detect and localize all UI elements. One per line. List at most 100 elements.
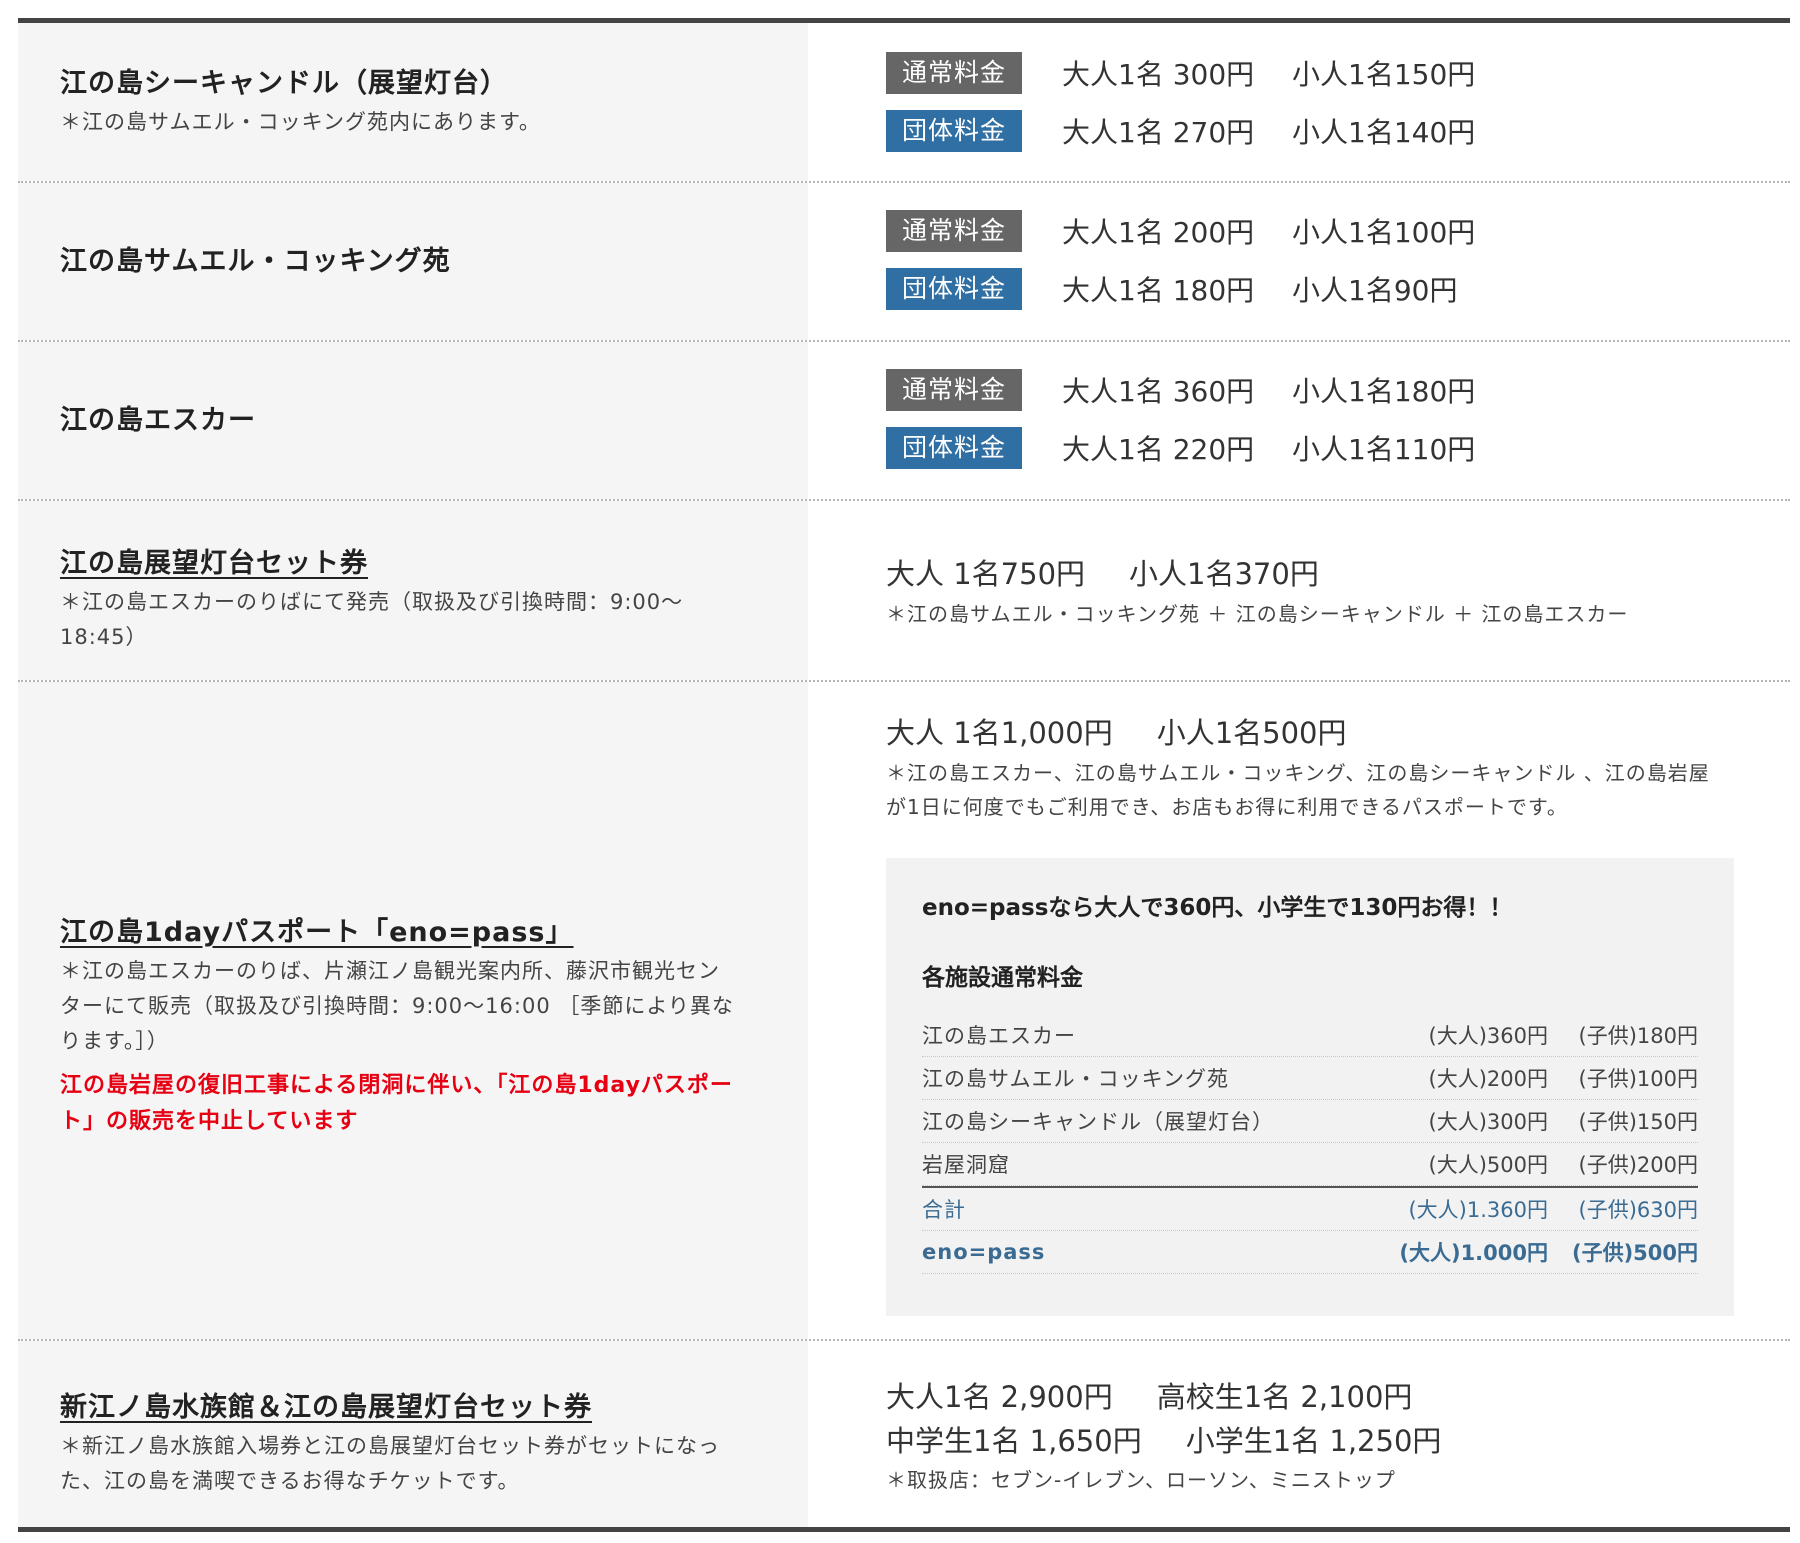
note-line: ります。］） (60, 1029, 169, 1053)
set-ticket-link[interactable]: 江の島展望灯台セット券 (60, 541, 368, 580)
price-cell: 通常料金 大人1名 200円 小人1名100円 団体料金 大人1名 180円 小… (808, 183, 1790, 340)
fee-adult: (大人)360円 (1428, 1024, 1548, 1048)
child-price: 小人1名100円 (1292, 216, 1476, 249)
facility-title: 江の島シーキャンドル（展望灯台） (60, 68, 508, 99)
1day-pass-link[interactable]: 江の島1dayパスポート「eno=pass」 (60, 910, 574, 949)
fee-child: (子供)200円 (1578, 1153, 1698, 1177)
facility-note: ＊新江ノ島水族館入場券と江の島展望灯台セット券がセットになっ た、江の島を満喫で… (60, 1429, 720, 1499)
set-price: 大人 1名750円 小人1名370円 (886, 551, 1628, 593)
normal-price-badge: 通常料金 (886, 52, 1022, 94)
price-row-sea-candle: 江の島シーキャンドル（展望灯台） ＊江の島サムエル・コッキング苑内にあります。 … (18, 23, 1790, 183)
fee-total-adult: (大人)1.360円 (1408, 1198, 1548, 1222)
child-price: 小人1名370円 (1129, 557, 1319, 591)
aquarium-price-line: 大人1名 2,900円 高校生1名 2,100円 (886, 1375, 1441, 1419)
price-cell: 大人1名 2,900円 高校生1名 2,100円 中学生1名 1,650円 小学生1… (808, 1341, 1790, 1527)
junior-high-price: 中学生1名 1,650円 (886, 1424, 1142, 1458)
price-row-aquarium-set: 新江ノ島水族館＆江の島展望灯台セット券 ＊新江ノ島水族館入場券と江の島展望灯台セ… (18, 1341, 1790, 1527)
child-price: 小人1名180円 (1292, 375, 1476, 408)
fee-pass-label: eno=pass (922, 1240, 1046, 1264)
note-line: 18:45） (60, 625, 148, 649)
child-price: 小人1名150円 (1292, 58, 1476, 91)
normal-price-line: 通常料金 大人1名 360円 小人1名180円 (886, 368, 1475, 412)
child-price: 小人1名110円 (1292, 433, 1476, 466)
note-line: ＊江の島エスカーのりばにて発売（取扱及び引換時間：9:00～ (60, 590, 684, 614)
pass-price: 大人 1名1,000円 小人1名500円 (886, 710, 1710, 752)
note-line: ＊江の島エスカー、江の島サムエル・コッキング、江の島シーキャンドル 、江の島岩屋 (886, 761, 1710, 785)
notice-line: 江の島岩屋の復旧工事による閉洞に伴い、「江の島1dayパスポー (60, 1073, 733, 1098)
elementary-price: 小学生1名 1,250円 (1185, 1424, 1442, 1458)
fee-pass-adult: (大人)1.000円 (1399, 1241, 1548, 1265)
fee-adult: (大人)500円 (1428, 1153, 1548, 1177)
facility-note: ＊江の島サムエル・コッキング苑内にあります。 (60, 110, 541, 134)
fee-row: 岩屋洞窟 (大人)500円 (子供)200円 (922, 1143, 1698, 1186)
adult-price: 大人 1名750円 (886, 557, 1086, 591)
facility-title: 江の島エスカー (60, 405, 256, 436)
fee-total-child: (子供)630円 (1578, 1198, 1698, 1222)
fee-adult: (大人)200円 (1428, 1067, 1548, 1091)
price-table: 江の島シーキャンドル（展望灯台） ＊江の島サムエル・コッキング苑内にあります。 … (18, 18, 1790, 1532)
savings-box: eno=passなら大人で360円、小学生で130円お得！！ 各施設通常料金 江… (886, 858, 1734, 1316)
child-price: 小人1名90円 (1292, 274, 1458, 307)
note-line: ターにて販売（取扱及び引換時間：9:00～16:00 ［季節により異な (60, 994, 734, 1018)
facility-cell: 江の島エスカー (18, 342, 808, 499)
note-line: た、江の島を満喫できるお得なチケットです。 (60, 1469, 520, 1493)
group-price-line: 団体料金 大人1名 220円 小人1名110円 (886, 426, 1475, 470)
fee-row: 江の島サムエル・コッキング苑 (大人)200円 (子供)100円 (922, 1057, 1698, 1100)
fee-child: (子供)100円 (1578, 1067, 1698, 1091)
adult-price: 大人 1名1,000円 (886, 716, 1113, 750)
facility-note: ＊江の島エスカーのりばにて発売（取扱及び引換時間：9:00～ 18:45） (60, 585, 683, 655)
aquarium-set-link[interactable]: 新江ノ島水族館＆江の島展望灯台セット券 (60, 1385, 592, 1424)
fee-facility: 江の島サムエル・コッキング苑 (922, 1067, 1229, 1091)
fee-total-label: 合計 (922, 1198, 966, 1222)
adult-price: 大人1名 200円 (1062, 216, 1255, 249)
facility-cell: 江の島1dayパスポート「eno=pass」 ＊江の島エスカーのりば、片瀬江ノ島… (18, 682, 808, 1339)
adult-price: 大人1名 360円 (1062, 375, 1255, 408)
savings-headline: eno=passなら大人で360円、小学生で130円お得！！ (922, 895, 1513, 921)
fee-facility: 江の島シーキャンドル（展望灯台） (922, 1110, 1274, 1134)
note-line: ＊新江ノ島水族館入場券と江の島展望灯台セット券がセットになっ (60, 1434, 720, 1458)
high-school-price: 高校生1名 2,100円 (1156, 1380, 1413, 1414)
adult-price: 大人1名 300円 (1062, 58, 1255, 91)
facility-note: ＊江の島エスカーのりば、片瀬江ノ島観光案内所、藤沢市観光セン ターにて販売（取扱… (60, 954, 734, 1059)
group-price-line: 団体料金 大人1名 180円 小人1名90円 (886, 267, 1475, 311)
price-row-escar: 江の島エスカー 通常料金 大人1名 360円 小人1名180円 団体料金 大人1… (18, 342, 1790, 501)
child-price: 小人1名140円 (1292, 116, 1476, 149)
price-row-set-ticket: 江の島展望灯台セット券 ＊江の島エスカーのりばにて発売（取扱及び引換時間：9:0… (18, 501, 1790, 682)
fee-child: (子供)150円 (1578, 1110, 1698, 1134)
group-price-badge: 団体料金 (886, 268, 1022, 310)
normal-price-line: 通常料金 大人1名 300円 小人1名150円 (886, 51, 1475, 95)
facility-cell: 江の島シーキャンドル（展望灯台） ＊江の島サムエル・コッキング苑内にあります。 (18, 23, 808, 181)
facility-cell: 江の島サムエル・コッキング苑 (18, 183, 808, 340)
fee-row: 江の島シーキャンドル（展望灯台） (大人)300円 (子供)150円 (922, 1100, 1698, 1143)
price-cell: 大人 1名750円 小人1名370円 ＊江の島サムエル・コッキング苑 ＋ 江の島シ… (808, 501, 1790, 680)
normal-price-badge: 通常料金 (886, 210, 1022, 252)
price-note: ＊江の島サムエル・コッキング苑 ＋ 江の島シーキャンドル ＋ 江の島エスカー (886, 602, 1629, 626)
price-cell: 大人 1名1,000円 小人1名500円 ＊江の島エスカー、江の島サムエル・コッキ… (808, 682, 1790, 1339)
facility-fees-table: 江の島エスカー (大人)360円 (子供)180円 江の島サムエル・コッキング苑… (922, 1014, 1698, 1274)
price-row-samuel-cocking: 江の島サムエル・コッキング苑 通常料金 大人1名 200円 小人1名100円 団… (18, 183, 1790, 342)
price-note: ＊取扱店：セブン-イレブン、ローソン、ミニストップ (886, 1468, 1396, 1492)
normal-price-line: 通常料金 大人1名 200円 小人1名100円 (886, 209, 1475, 253)
price-row-1day-pass: 江の島1dayパスポート「eno=pass」 ＊江の島エスカーのりば、片瀬江ノ島… (18, 682, 1790, 1341)
facility-title: 江の島サムエル・コッキング苑 (60, 246, 451, 277)
fee-total-row: 合計 (大人)1.360円 (子供)630円 (922, 1186, 1698, 1231)
facility-fees-heading: 各施設通常料金 (922, 965, 1083, 991)
group-price-badge: 団体料金 (886, 427, 1022, 469)
suspension-notice: 江の島岩屋の復旧工事による閉洞に伴い、「江の島1dayパスポー ト」の販売を中止… (60, 1068, 733, 1140)
notice-line: ト」の販売を中止しています (60, 1109, 359, 1134)
price-cell: 通常料金 大人1名 360円 小人1名180円 団体料金 大人1名 220円 小… (808, 342, 1790, 499)
note-line: ＊江の島エスカーのりば、片瀬江ノ島観光案内所、藤沢市観光セン (60, 959, 720, 983)
child-price: 小人1名500円 (1156, 716, 1347, 750)
price-note: ＊江の島エスカー、江の島サムエル・コッキング、江の島シーキャンドル 、江の島岩屋… (886, 756, 1710, 824)
fee-adult: (大人)300円 (1428, 1110, 1548, 1134)
fee-child: (子供)180円 (1578, 1024, 1698, 1048)
adult-price: 大人1名 2,900円 (886, 1380, 1113, 1414)
fee-pass-child: (子供)500円 (1571, 1241, 1698, 1265)
normal-price-badge: 通常料金 (886, 369, 1022, 411)
fee-facility: 江の島エスカー (922, 1024, 1076, 1048)
facility-cell: 江の島展望灯台セット券 ＊江の島エスカーのりばにて発売（取扱及び引換時間：9:0… (18, 501, 808, 680)
group-price-line: 団体料金 大人1名 270円 小人1名140円 (886, 109, 1475, 153)
note-line: が1日に何度でもご利用でき、お店もお得に利用できるパスポートです。 (886, 795, 1568, 819)
facility-cell: 新江ノ島水族館＆江の島展望灯台セット券 ＊新江ノ島水族館入場券と江の島展望灯台セ… (18, 1341, 808, 1527)
adult-price: 大人1名 220円 (1062, 433, 1255, 466)
